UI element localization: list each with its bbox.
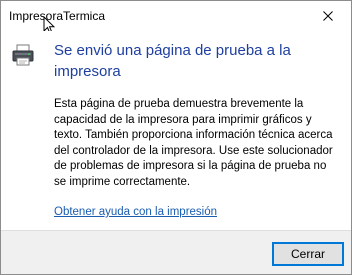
dialog-window: ImpresoraTermica Se envió una página de … — [0, 0, 352, 275]
printer-icon — [12, 44, 34, 66]
dialog-content: Se envió una página de prueba a la impre… — [1, 31, 351, 230]
close-icon — [323, 11, 333, 21]
dialog-description: Esta página de prueba demuestra brevemen… — [54, 98, 333, 188]
dialog-heading: Se envió una página de prueba a la impre… — [54, 42, 291, 80]
print-help-link[interactable]: Obtener ayuda con la impresión — [54, 206, 217, 218]
title-bar[interactable]: ImpresoraTermica — [1, 1, 351, 31]
close-button[interactable]: Cerrar — [272, 242, 344, 266]
dialog-footer: Cerrar — [1, 230, 351, 274]
window-title: ImpresoraTermica — [9, 9, 106, 23]
window-close-button[interactable] — [305, 1, 351, 31]
